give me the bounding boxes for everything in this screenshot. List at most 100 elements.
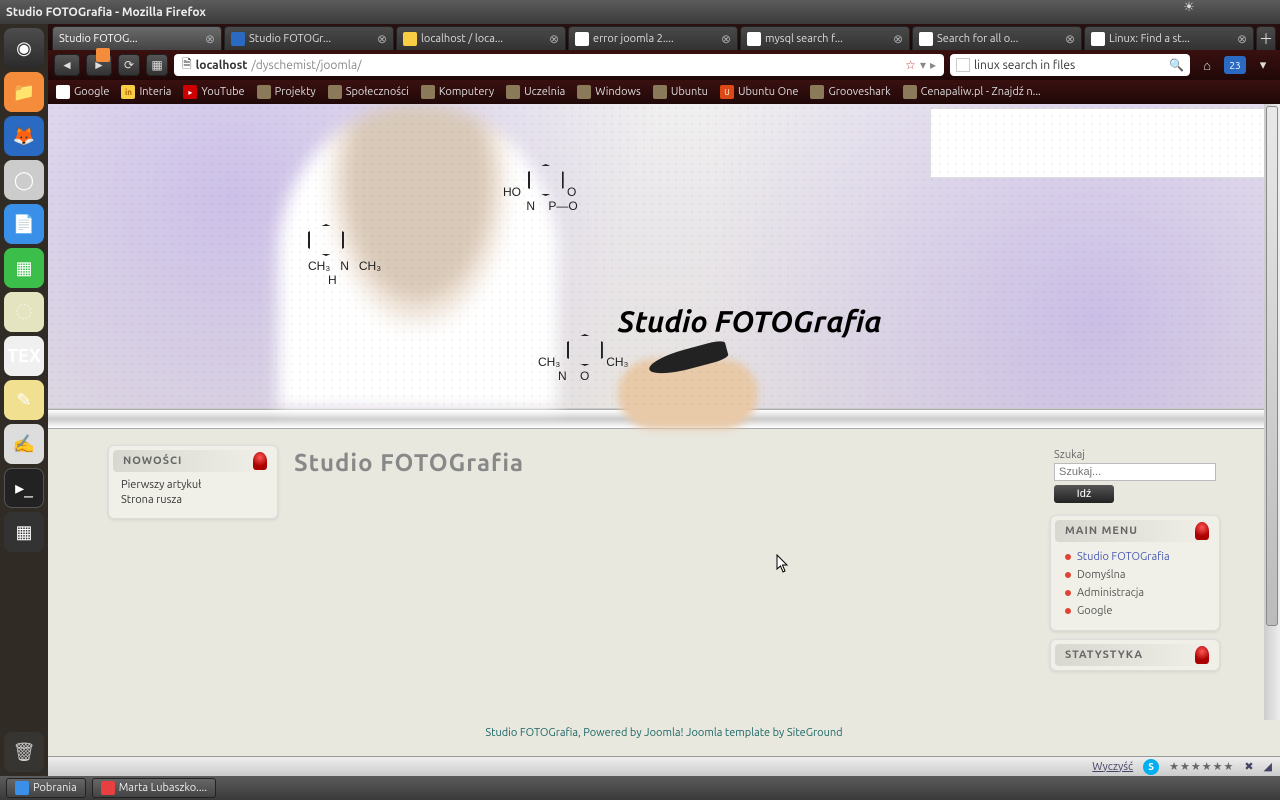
favicon: in: [121, 85, 135, 99]
reload-button[interactable]: ⟳: [118, 54, 140, 76]
gnome-bottom-panel: Pobrania Marta Lubaszko....: [0, 776, 1280, 800]
firefox-icon[interactable]: 🦊: [4, 116, 44, 156]
bookmark-item[interactable]: Cenapaliw.pl - Znajdź n...: [903, 85, 1041, 99]
chem-formula: CH₃ CH₃ N O: [538, 334, 628, 383]
bookmark-item[interactable]: UUbuntu One: [720, 85, 799, 99]
tab-6[interactable]: Linux: Find a st...⊗: [1084, 26, 1254, 50]
taskbar-item[interactable]: Marta Lubaszko....: [92, 778, 216, 798]
search-module: Szukaj Idź: [1050, 445, 1220, 507]
menu-item[interactable]: Domyślna: [1055, 566, 1215, 584]
module-heading: NOWOŚCI: [113, 450, 273, 472]
favicon: [56, 85, 70, 99]
close-icon[interactable]: ⊗: [893, 32, 903, 46]
workspace-icon[interactable]: ▦: [4, 512, 44, 552]
chromium-icon[interactable]: ◯: [4, 160, 44, 200]
tab-groups-button[interactable]: ▦: [146, 54, 168, 76]
bookmark-item[interactable]: Google: [56, 85, 109, 99]
bookmark-item[interactable]: Komputery: [421, 85, 494, 99]
scrollbar[interactable]: [1264, 104, 1280, 720]
favicon: [575, 32, 589, 46]
bookmark-item[interactable]: Ubuntu: [653, 85, 708, 99]
taskbar-item[interactable]: Pobrania: [6, 778, 86, 798]
writer-icon[interactable]: 📄: [4, 204, 44, 244]
trash-icon[interactable]: 🗑: [4, 732, 44, 772]
more-icon[interactable]: ▾: [1252, 54, 1274, 76]
bookmark-item[interactable]: ▸YouTube: [183, 85, 244, 99]
mainmenu-module: MAIN MENU Studio FOTOGrafia Domyślna Adm…: [1050, 515, 1220, 631]
dropdown-icon[interactable]: ▾: [920, 58, 926, 72]
menu-item[interactable]: Google: [1055, 602, 1215, 620]
search-button[interactable]: Idź: [1054, 485, 1114, 503]
content-area: NOWOŚCI Pierwszy artykuł Strona rusza St…: [48, 429, 1280, 687]
tab-1[interactable]: Studio FOTOGr...⊗: [224, 26, 394, 50]
url-path: /dyschemist/joomla/: [251, 59, 361, 72]
close-icon[interactable]: ⊗: [1065, 32, 1075, 46]
bookmark-item[interactable]: Windows: [577, 85, 641, 99]
tab-label: error joomla 2....: [593, 33, 674, 45]
close-icon[interactable]: ✖: [1244, 760, 1253, 773]
tex-icon[interactable]: TEX: [4, 336, 44, 376]
folder-icon: [257, 85, 271, 99]
weather-icon[interactable]: ☀: [1181, 0, 1197, 15]
bookmark-item[interactable]: Uczelnia: [506, 85, 565, 99]
tab-4[interactable]: mysql search f...⊗: [740, 26, 910, 50]
close-icon[interactable]: ⊗: [377, 32, 387, 46]
files-icon[interactable]: 📁: [4, 72, 44, 112]
folder-icon: [653, 85, 667, 99]
search-bar[interactable]: linux search in files 🔍: [950, 54, 1190, 76]
calc-icon[interactable]: ▦: [4, 248, 44, 288]
menu-item[interactable]: Studio FOTOGrafia: [1055, 548, 1215, 566]
site-banner: CH₃ N CH₃ H HO O N P—O CH₃ CH₃ N O Studi…: [48, 104, 1280, 409]
terminal-icon[interactable]: ▸_: [4, 468, 44, 508]
tab-0[interactable]: Studio FOTOG...⊗: [52, 26, 222, 50]
bookmark-item[interactable]: Projekty: [257, 85, 316, 99]
close-icon[interactable]: ⊗: [205, 32, 215, 46]
tab-label: Search for all o...: [937, 33, 1018, 45]
unity-launcher: ◉ 📁 🦊 ◯ 📄 ▦ ◌ TEX ✎ ✍ ▸_ ▦ 🗑: [0, 24, 48, 776]
gedit-icon[interactable]: ✍: [4, 424, 44, 464]
favicon: [810, 85, 824, 99]
sync-badge[interactable]: 23: [1224, 56, 1246, 74]
chem-formula: CH₃ N CH₃ H: [308, 224, 381, 287]
draw-icon[interactable]: ✎: [4, 380, 44, 420]
folder-icon: [506, 85, 520, 99]
gnome-top-panel: Studio FOTOGrafia - Mozilla Firefox ☀ ᚼ …: [0, 0, 1280, 24]
menu-item[interactable]: Administracja: [1055, 584, 1215, 602]
status-bar: Wyczyść S ★★★★★★ ✖ ◢: [48, 756, 1280, 776]
resize-grip-icon[interactable]: ◢: [1264, 760, 1272, 773]
search-icon[interactable]: 🔍: [1169, 58, 1184, 72]
bookmark-item[interactable]: Grooveshark: [810, 85, 890, 99]
search-engine-icon[interactable]: [956, 58, 970, 72]
tab-3[interactable]: error joomla 2.... ⊗: [568, 26, 738, 50]
close-icon[interactable]: ⊗: [1237, 32, 1247, 46]
main-column: Studio FOTOGrafia: [294, 445, 1034, 480]
list-item[interactable]: Strona rusza: [121, 493, 265, 508]
scroll-thumb[interactable]: [1266, 106, 1278, 626]
close-icon[interactable]: ⊗: [721, 32, 731, 46]
go-icon[interactable]: ▸: [930, 58, 936, 72]
folder-icon: [421, 85, 435, 99]
new-tab-button[interactable]: ＋: [1256, 26, 1276, 50]
url-bar[interactable]: 🗎 localhost/dyschemist/joomla/ ☆ ▾ ▸: [174, 54, 944, 76]
bookmark-star-icon[interactable]: ☆: [905, 58, 916, 72]
favicon: [1091, 32, 1105, 46]
banner-hand: [618, 359, 758, 429]
news-list: Pierwszy artykuł Strona rusza: [113, 472, 273, 514]
search-input[interactable]: [1054, 463, 1216, 481]
tab-5[interactable]: Search for all o... ⊗: [912, 26, 1082, 50]
chem-formula: HO O N P—O: [503, 164, 578, 213]
banner-pen: [647, 339, 729, 379]
app-icon[interactable]: ◌: [4, 292, 44, 332]
bookmark-item[interactable]: Społeczności: [328, 85, 409, 99]
clear-link[interactable]: Wyczyść: [1092, 761, 1133, 773]
page-content: CH₃ N CH₃ H HO O N P—O CH₃ CH₃ N O Studi…: [48, 104, 1280, 756]
close-icon[interactable]: ⊗: [549, 32, 559, 46]
home-button[interactable]: ⌂: [1196, 54, 1218, 76]
dash-icon[interactable]: ◉: [4, 28, 44, 68]
tab-2[interactable]: localhost / loca...⊗: [396, 26, 566, 50]
rating-stars[interactable]: ★★★★★★: [1169, 760, 1234, 773]
bookmark-item[interactable]: inInteria: [121, 85, 171, 99]
list-item[interactable]: Pierwszy artykuł: [121, 478, 265, 493]
skype-icon[interactable]: S: [1143, 759, 1159, 775]
back-button[interactable]: ◄: [54, 54, 80, 76]
